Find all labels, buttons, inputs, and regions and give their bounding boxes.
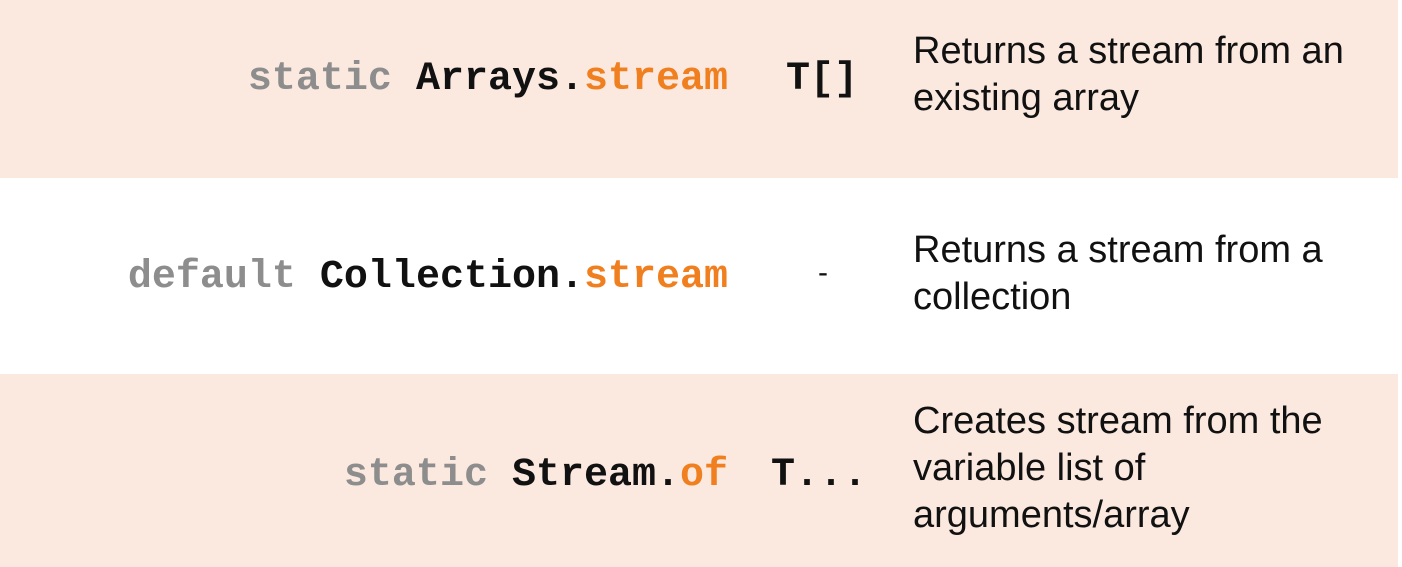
modifier-keyword: static bbox=[343, 453, 512, 498]
parameter-type: T... bbox=[771, 453, 868, 498]
method-description: Returns a stream from a collection bbox=[913, 229, 1323, 318]
method-signature: static Arrays.stream bbox=[248, 60, 728, 100]
class-name: Arrays. bbox=[415, 57, 584, 102]
modifier-keyword: default bbox=[127, 255, 320, 300]
method-signature: static Stream.of bbox=[344, 456, 728, 496]
method-description: Creates stream from the variable list of… bbox=[913, 400, 1323, 536]
method-name: of bbox=[679, 453, 728, 498]
table-row: default Collection.stream - Returns a st… bbox=[0, 178, 1398, 374]
class-name: Stream. bbox=[511, 453, 680, 498]
modifier-keyword: static bbox=[247, 57, 416, 102]
class-name: Collection. bbox=[319, 255, 584, 300]
method-name: stream bbox=[583, 255, 728, 300]
stream-source-table: static Arrays.stream T[] Returns a strea… bbox=[0, 0, 1402, 567]
method-description: Returns a stream from an existing array bbox=[913, 30, 1344, 119]
parameter-type: T[] bbox=[786, 57, 859, 102]
parameter-type: - bbox=[818, 256, 828, 289]
method-name: stream bbox=[583, 57, 728, 102]
table-row: static Arrays.stream T[] Returns a strea… bbox=[0, 0, 1398, 178]
method-signature: default Collection.stream bbox=[128, 258, 728, 298]
table-row: static Stream.of T... Creates stream fro… bbox=[0, 374, 1398, 567]
